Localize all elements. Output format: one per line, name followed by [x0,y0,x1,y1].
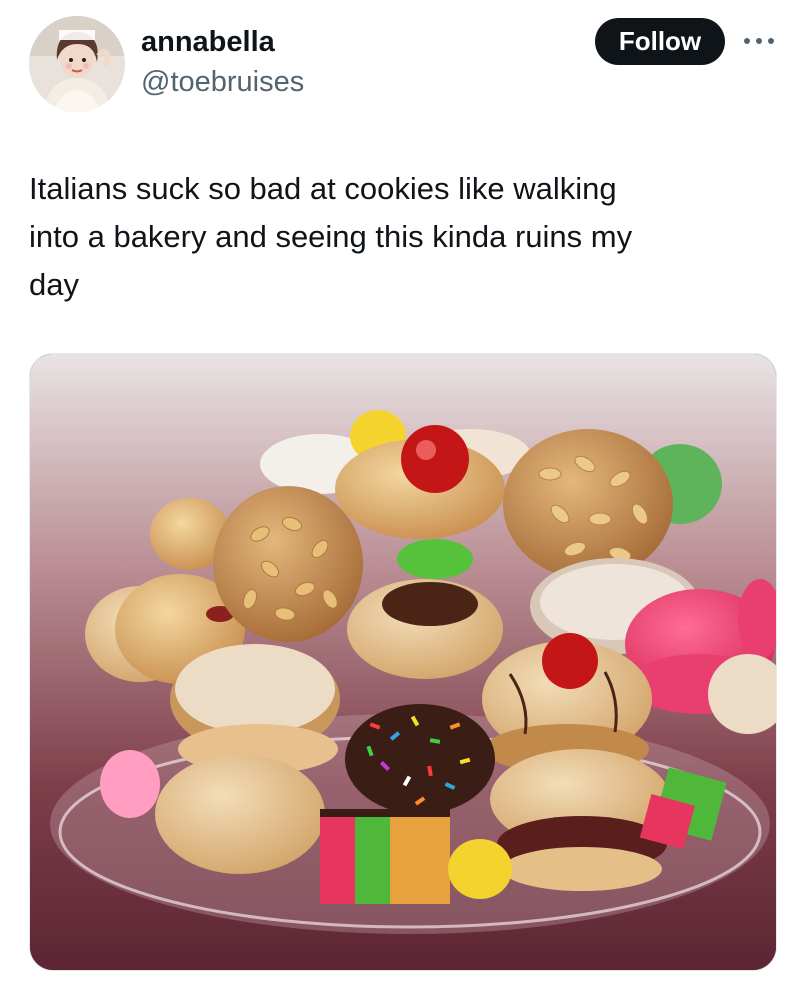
tweet-text: Italians suck so bad at cookies like wal… [29,171,633,302]
more-horizontal-icon [744,38,774,44]
more-options-button[interactable] [741,30,777,52]
avatar-image [29,16,125,112]
avatar[interactable] [29,16,125,112]
follow-button[interactable]: Follow [595,18,725,65]
author-display-name[interactable]: annabella [141,24,275,60]
author-handle[interactable]: @toebruises [141,64,304,100]
tweet-media[interactable] [29,353,777,971]
cookie-platter-photo [30,354,776,970]
